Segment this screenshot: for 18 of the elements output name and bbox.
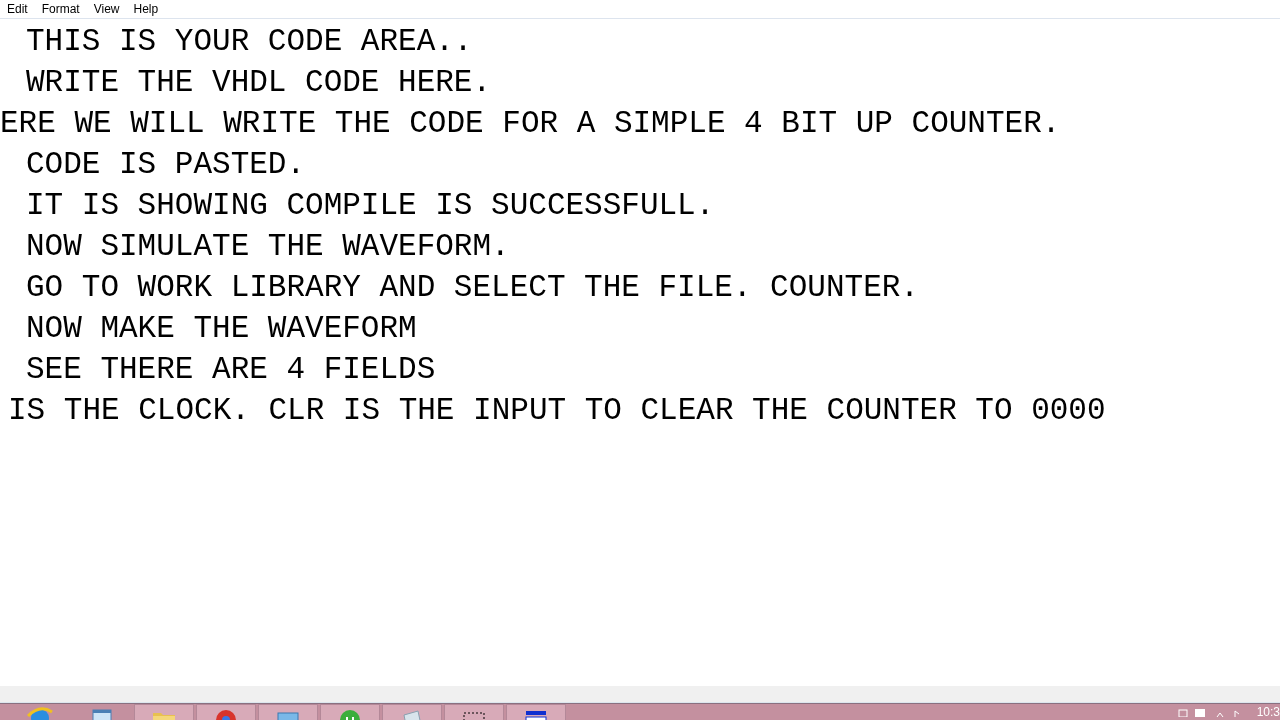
text-line: NOW MAKE THE WAVEFORM [25,310,417,348]
menu-item[interactable]: Edit [0,2,35,16]
text-line: GO TO WORK LIBRARY AND SELECT THE FILE. COUNTER. [25,269,919,307]
text-line: NOW SIMULATE THE WAVEFORM. [25,228,510,266]
app-icon[interactable] [337,707,363,720]
text-line: SEE THERE ARE 4 FIELDS [25,351,436,389]
menu-item[interactable]: Format [34,2,87,16]
text-line: IS THE CLOCK. CLR IS THE INPUT TO CLEAR THE COUNTER TO 0000 [7,392,1106,430]
menu-item[interactable]: Help [126,2,166,16]
text-line: WRITE THE VHDL CODE HERE. [25,64,492,102]
text-line: THIS IS YOUR CODE AREA.. [25,23,473,61]
browser-icon[interactable] [27,706,53,720]
taskbar-button[interactable] [506,704,566,720]
text-line: ERE WE WILL WRITE THE CODE FOR A SIMPLE 4 BIT UP COUNTER. [0,105,1061,143]
menu-item[interactable]: View [86,2,127,16]
text-line: IT IS SHOWING COMPILE IS SUCCESSFULL. [25,187,715,225]
chrome-icon[interactable] [213,707,239,720]
text-line: CODE IS PASTED. [25,146,306,184]
